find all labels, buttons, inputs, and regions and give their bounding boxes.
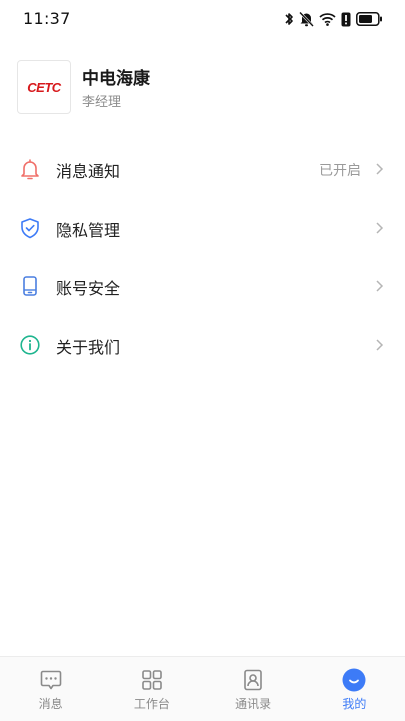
status-icons xyxy=(284,10,383,28)
mute-icon xyxy=(299,11,314,27)
chevron-right-icon xyxy=(376,338,384,351)
company-logo-text: CETC xyxy=(27,79,61,95)
chat-icon xyxy=(40,670,61,690)
info-icon xyxy=(20,334,40,355)
grid-icon xyxy=(142,670,162,690)
company-logo: CETC xyxy=(17,60,71,114)
tab-label: 工作台 xyxy=(133,697,170,711)
menu-label: 关于我们 xyxy=(56,337,121,357)
wifi-icon xyxy=(319,13,336,26)
bluetooth-icon xyxy=(285,13,293,25)
bell-icon xyxy=(21,159,39,180)
contacts-icon xyxy=(244,669,262,691)
chevron-right-icon xyxy=(376,221,384,234)
shield-check-icon xyxy=(21,217,39,238)
user-role: 李经理 xyxy=(82,95,122,110)
profile-card[interactable]: CETC 中电海康 李经理 xyxy=(17,60,389,114)
tab-messages[interactable]: 消息 xyxy=(0,657,101,721)
tab-workbench[interactable]: 工作台 xyxy=(101,657,202,721)
menu-label: 消息通知 xyxy=(56,162,121,181)
alert-icon xyxy=(341,12,351,26)
menu-item-account-security[interactable]: 账号安全 xyxy=(0,257,405,316)
tab-contacts[interactable]: 通讯录 xyxy=(203,657,304,721)
tab-label: 我的 xyxy=(342,697,367,711)
status-bar: 11:37 xyxy=(0,0,405,38)
battery-icon xyxy=(356,12,382,26)
status-time: 11:37 xyxy=(23,9,71,28)
tab-mine[interactable]: 我的 xyxy=(304,657,405,721)
phone-icon xyxy=(23,276,37,296)
company-name: 中电海康 xyxy=(82,69,150,89)
menu-item-privacy[interactable]: 隐私管理 xyxy=(0,199,405,258)
chevron-right-icon xyxy=(376,163,384,175)
menu-label: 账号安全 xyxy=(56,279,121,298)
notification-status: 已开启 xyxy=(319,163,361,179)
menu-item-notifications[interactable]: 消息通知 已开启 xyxy=(0,140,405,199)
menu-label: 隐私管理 xyxy=(56,220,121,240)
bottom-tab-bar: 消息 工作台 通讯录 我的 xyxy=(0,656,405,721)
settings-menu: 消息通知 已开启 隐私管理 账号安全 关于我们 xyxy=(0,140,405,374)
tab-label: 通讯录 xyxy=(235,697,272,711)
chevron-right-icon xyxy=(376,280,384,292)
tab-label: 消息 xyxy=(38,697,63,711)
smile-icon xyxy=(342,668,366,692)
menu-item-about[interactable]: 关于我们 xyxy=(0,316,405,375)
